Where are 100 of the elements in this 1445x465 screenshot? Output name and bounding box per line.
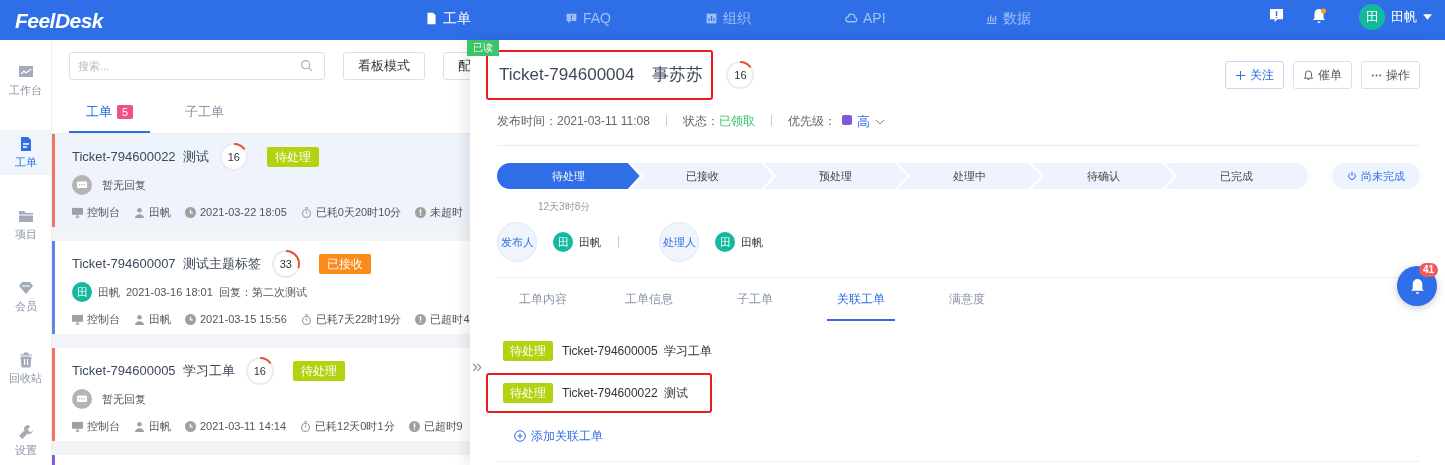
sidebar-item[interactable]: 会员 <box>0 274 51 319</box>
ticket-title[interactable]: Ticket-794600005 学习工单 <box>72 361 235 381</box>
related-ticket-title: Ticket-794600022 测试 <box>562 385 689 402</box>
plus-circle-icon <box>514 430 526 442</box>
monitor-icon <box>72 206 83 218</box>
ticket-title[interactable]: Ticket-794600022 测试 <box>72 147 209 167</box>
sidebar-item[interactable]: 设置 <box>0 418 51 463</box>
app-logo[interactable]: FeelDesk <box>15 5 104 37</box>
user-avatar: 田 <box>553 232 573 252</box>
bar-chart-icon <box>985 12 998 25</box>
user-icon <box>134 313 145 325</box>
reply-text: 暂无回复 <box>102 391 146 407</box>
count-badge: 5 <box>117 105 134 119</box>
elapsed-time: 已耗12天0时1分 <box>315 418 395 434</box>
wrench-icon <box>17 424 34 440</box>
sidebar-item[interactable]: 项目 <box>0 202 51 247</box>
ticket-source: 控制台 <box>87 204 120 220</box>
nav-item[interactable]: 组织 <box>705 8 751 29</box>
stopwatch-icon <box>300 206 312 218</box>
clock-icon <box>185 313 196 325</box>
chat-icon <box>72 389 92 409</box>
toolbar-button[interactable]: 配 <box>443 52 470 80</box>
alert-icon <box>415 313 427 325</box>
related-ticket[interactable]: 待处理 Ticket-794600022 测试 <box>486 373 713 413</box>
bell-icon[interactable] <box>1311 8 1327 24</box>
priority-dropdown[interactable]: 高 <box>856 112 885 132</box>
progress-step: 处理中 <box>898 163 1041 189</box>
user-icon <box>134 420 145 432</box>
feedback-icon[interactable] <box>1269 8 1284 23</box>
overdue-status: 已超时9 <box>423 418 463 434</box>
ring-count: 16 <box>252 363 267 379</box>
status-label: 状态： <box>682 113 719 130</box>
cloud-icon <box>845 12 858 25</box>
reply-author: 田帆 <box>98 284 120 300</box>
role-badge: 发布人 <box>497 222 537 262</box>
stopwatch-icon <box>300 420 312 432</box>
user-avatar: 田 <box>72 282 92 302</box>
ticket-name: 事苏苏 <box>652 64 704 87</box>
ticket-title[interactable]: Ticket-794600007 测试主题标签 <box>72 254 261 274</box>
ticket-source: 控制台 <box>87 418 120 434</box>
ticket-user: 田帆 <box>149 418 171 434</box>
sidebar-item[interactable]: 工作台 <box>0 58 51 103</box>
nav-item[interactable]: API <box>845 8 886 29</box>
clock-icon <box>185 420 196 432</box>
detail-tab[interactable]: 关联工单 <box>827 278 895 321</box>
reply-time: 2021-03-16 18:01 <box>126 284 213 300</box>
document-icon <box>425 12 438 25</box>
related-ticket-title: Ticket-794600005 学习工单 <box>562 343 713 360</box>
bell-icon <box>1303 69 1314 81</box>
status-tag: 待处理 <box>266 147 319 167</box>
ticket-source: 控制台 <box>87 311 120 327</box>
publish-time: 发布时间：2021-03-11 11:08 <box>497 113 650 130</box>
reply-text: 暂无回复 <box>102 177 146 193</box>
power-icon <box>1347 171 1357 181</box>
monitor-icon <box>72 313 83 325</box>
search-icon <box>300 59 313 72</box>
progress-step: 已接收 <box>630 163 774 189</box>
add-related-link[interactable]: 添加关联工单 <box>514 427 603 445</box>
step-duration: 12天3时8分 <box>538 200 592 213</box>
sidebar-item[interactable]: 回收站 <box>0 346 51 391</box>
diamond-icon <box>17 280 34 296</box>
search-field[interactable]: 搜索... <box>69 52 325 80</box>
ticket-card[interactable]: Ticket-794600022 测试 16 待处理 暂无回复 控制台 田帆 2021-03-22 18:05 已耗0天20时10分 未超时 <box>52 134 470 227</box>
detail-tab[interactable]: 满意度 <box>933 278 1001 321</box>
list-tab[interactable]: 子工单 <box>168 93 242 133</box>
detail-tab[interactable]: 子工单 <box>721 278 789 321</box>
user-name[interactable]: 田帆 <box>1391 7 1417 27</box>
action-button[interactable]: 操作 <box>1361 61 1420 89</box>
sidebar-item[interactable]: 工单 <box>0 130 51 175</box>
detail-tab[interactable]: 工单内容 <box>509 278 577 321</box>
detail-tab[interactable]: 工单信息 <box>615 278 683 321</box>
action-button[interactable]: 关注 <box>1225 61 1284 89</box>
nav-item[interactable]: 数据 <box>985 8 1031 29</box>
ticket-time: 2021-03-15 15:56 <box>200 311 287 327</box>
toolbar-button[interactable]: 看板模式 <box>343 52 425 80</box>
related-ticket[interactable]: 待处理 Ticket-794600005 学习工单 <box>486 331 737 371</box>
trash-icon <box>17 352 34 368</box>
overdue-status: 已超时4 <box>430 311 470 327</box>
ticket-time: 2021-03-22 18:05 <box>200 204 287 220</box>
nav-item[interactable]: 工单 <box>425 8 471 29</box>
ticket-card[interactable]: Ticket-794600007 测试主题标签 33 已接收 田 田帆 2021-03-16 18:01 回复：第二次测试 控制台 田帆 2021-03-15 15:56 已耗7天22时19分 已超时4 <box>52 241 470 334</box>
elapsed-time: 已耗7天22时19分 <box>315 311 402 327</box>
person-name: 田帆 <box>579 234 601 250</box>
ticket-user: 田帆 <box>149 204 171 220</box>
caret-icon[interactable] <box>1423 14 1432 20</box>
collapse-handle[interactable]: » <box>472 357 482 375</box>
read-tag: 已读 <box>467 40 499 56</box>
bar-chart-icon <box>705 12 718 25</box>
ticket-time: 2021-03-11 14:14 <box>200 418 287 434</box>
folder-icon <box>17 208 34 224</box>
progress-step: 已完成 <box>1165 163 1309 189</box>
incomplete-button[interactable]: 尚未完成 <box>1332 163 1420 189</box>
action-button[interactable]: 催单 <box>1293 61 1352 89</box>
user-avatar[interactable]: 田 <box>1359 4 1385 30</box>
ticket-card[interactable]: Ticket-794600005 学习工单 16 待处理 暂无回复 控制台 田帆 2021-03-11 14:14 已耗12天0时1分 已超时9 <box>52 348 470 441</box>
ring-count: 33 <box>278 256 293 272</box>
nav-item[interactable]: FAQ <box>565 8 611 29</box>
stopwatch-icon <box>300 313 312 325</box>
priority-label: 优先级： <box>787 113 836 130</box>
chat-icon <box>72 175 92 195</box>
